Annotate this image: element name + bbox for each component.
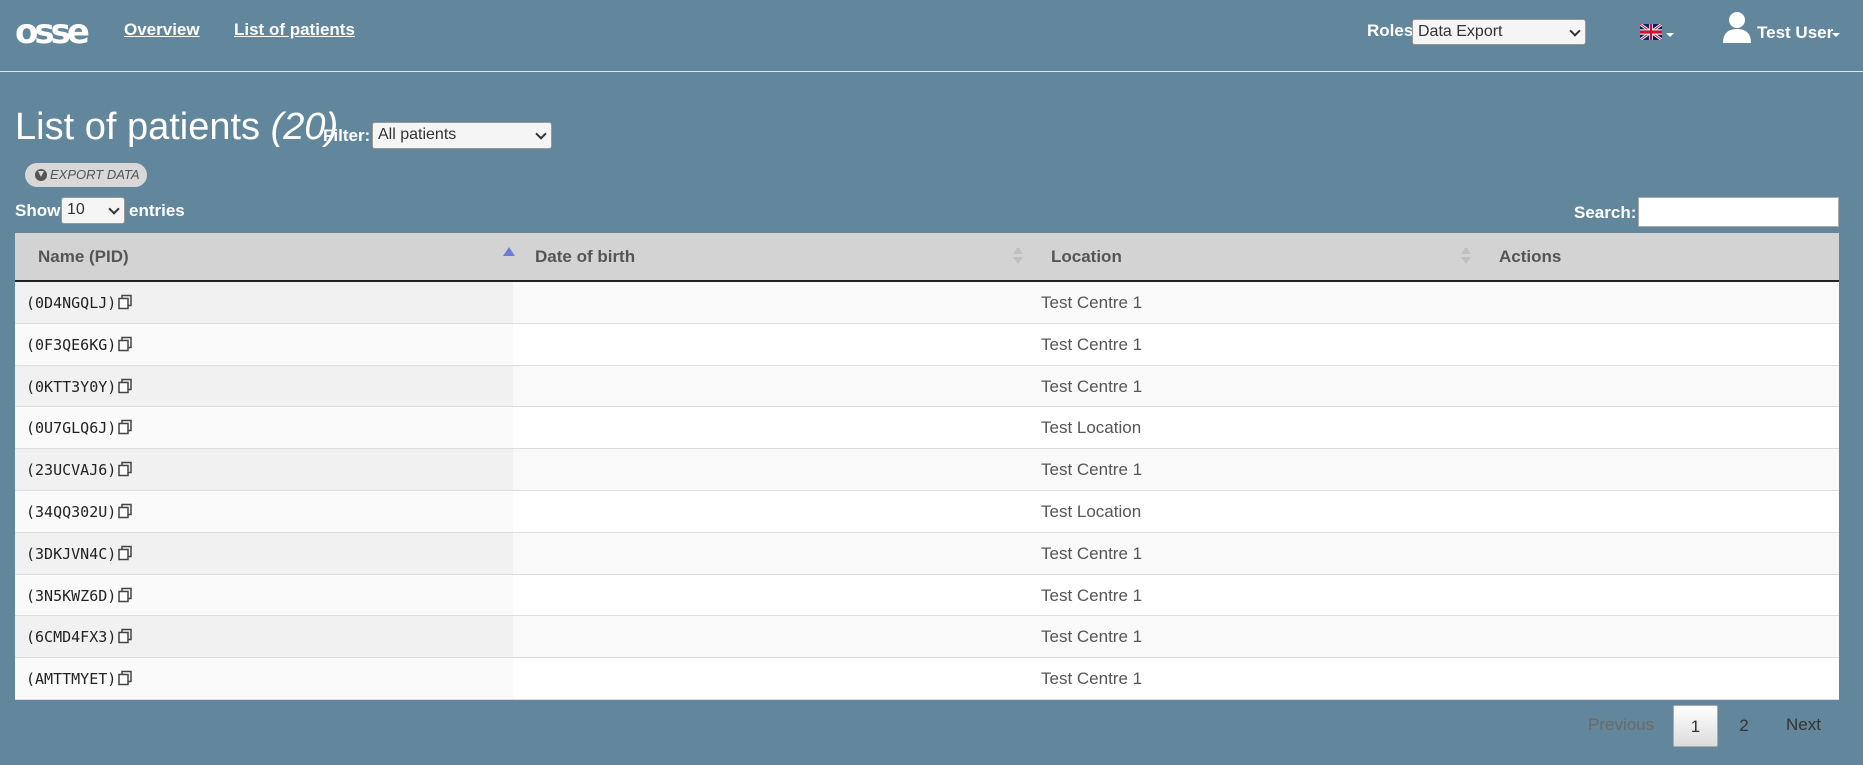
nav-link-list-of-patients[interactable]: List of patients	[234, 20, 355, 40]
page-title: List of patients (20)	[15, 106, 338, 149]
pagination-page-1[interactable]: 1	[1673, 705, 1718, 747]
column-header-name[interactable]: Name (PID)	[38, 233, 129, 280]
location-cell: Test Centre 1	[1041, 376, 1143, 396]
location-cell: Test Centre 1	[1041, 460, 1143, 480]
table-row[interactable]: (3N5KWZ6D) Test Centre 1	[15, 574, 1839, 617]
roles-select[interactable]: Data Export	[1412, 19, 1586, 45]
download-icon	[35, 169, 47, 181]
patient-pid: (0D4NGQLJ)	[26, 294, 133, 312]
table-row[interactable]: (0F3QE6KG) Test Centre 1	[15, 323, 1839, 366]
location-cell: Test Centre 1	[1041, 293, 1143, 312]
table-row[interactable]: (0U7GLQ6J) Test Location	[15, 407, 1839, 450]
copy-icon[interactable]	[117, 587, 133, 603]
entries-select-value: 10	[67, 201, 85, 218]
user-caret-icon[interactable]	[1832, 33, 1840, 37]
copy-icon[interactable]	[117, 670, 133, 686]
sort-both-icon[interactable]	[1013, 247, 1023, 267]
pagination-next[interactable]: Next	[1786, 715, 1821, 735]
roles-select-value: Data Export	[1418, 23, 1503, 40]
table-row[interactable]: (3DKJVN4C) Test Centre 1	[15, 532, 1839, 575]
location-cell: Test Centre 1	[1041, 669, 1143, 689]
patient-pid: (0F3QE6KG)	[26, 336, 133, 354]
patient-pid-text: (AMTTMYET)	[26, 670, 117, 689]
top-navbar: osse Overview List of patients Roles Dat…	[0, 0, 1863, 72]
location-cell: Test Centre 1	[1041, 627, 1143, 647]
copy-icon[interactable]	[117, 294, 133, 310]
table-body: (0D4NGQLJ) Test Centre 1 (0F3QE6KG) Test Ce…	[15, 282, 1839, 700]
patient-pid: (0KTT3Y0Y)	[26, 378, 133, 396]
app-logo[interactable]: osse	[15, 14, 90, 50]
table-header: Name (PID) Date of birth Location Action…	[15, 233, 1839, 282]
copy-icon[interactable]	[117, 628, 133, 644]
table-row[interactable]: (6CMD4FX3) Test Centre 1	[15, 616, 1839, 659]
chevron-down-icon	[1569, 25, 1581, 37]
location-cell: Test Centre 1	[1041, 334, 1143, 354]
copy-icon[interactable]	[117, 419, 133, 435]
column-header-actions: Actions	[1499, 247, 1562, 266]
location-cell: Test Location	[1041, 501, 1142, 521]
patient-pid-text: (0KTT3Y0Y)	[26, 377, 117, 396]
patient-pid-text: (23UCVAJ6)	[26, 461, 117, 480]
pagination-previous[interactable]: Previous	[1588, 715, 1654, 735]
pagination-page-2[interactable]: 2	[1732, 705, 1756, 747]
roles-label: Roles	[1367, 21, 1414, 40]
chevron-down-icon	[535, 128, 547, 140]
table-row[interactable]: (0D4NGQLJ) Test Centre 1	[15, 282, 1839, 324]
patient-pid-text: (6CMD4FX3)	[26, 628, 117, 647]
patient-pid: (34QQ302U)	[26, 503, 133, 521]
user-icon[interactable]	[1722, 11, 1752, 43]
copy-icon[interactable]	[117, 378, 133, 394]
entries-label: entries	[129, 201, 185, 220]
export-data-label: EXPORT DATA	[50, 167, 140, 182]
sort-ascending-icon[interactable]	[503, 247, 515, 256]
user-menu-label[interactable]: Test User	[1757, 23, 1833, 43]
page-title-text: List of patients	[15, 106, 261, 148]
chevron-down-icon	[108, 203, 120, 215]
filter-select-value: All patients	[378, 126, 457, 143]
show-label: Show	[15, 201, 61, 220]
patient-pid: (3DKJVN4C)	[26, 545, 133, 563]
sort-both-icon[interactable]	[1461, 247, 1471, 267]
patient-pid-text: (0D4NGQLJ)	[26, 294, 117, 312]
language-caret-icon[interactable]	[1666, 33, 1674, 37]
table-row[interactable]: (AMTTMYET) Test Centre 1	[15, 658, 1839, 700]
copy-icon[interactable]	[117, 503, 133, 519]
patient-pid-text: (0U7GLQ6J)	[26, 419, 117, 438]
entries-per-page-select[interactable]: 10	[61, 197, 125, 224]
patient-pid-text: (3N5KWZ6D)	[26, 586, 117, 605]
patient-pid: (0U7GLQ6J)	[26, 419, 133, 437]
copy-icon[interactable]	[117, 336, 133, 352]
column-header-location[interactable]: Location	[1051, 233, 1122, 280]
search-input[interactable]	[1638, 197, 1839, 227]
copy-icon[interactable]	[117, 545, 133, 561]
filter-select[interactable]: All patients	[372, 122, 552, 149]
filter-label: Filter:	[323, 126, 371, 145]
patient-pid-text: (0F3QE6KG)	[26, 335, 117, 354]
patient-pid: (AMTTMYET)	[26, 670, 133, 688]
table-row[interactable]: (0KTT3Y0Y) Test Centre 1	[15, 365, 1839, 408]
export-data-button[interactable]: EXPORT DATA	[25, 163, 147, 187]
patient-pid: (3N5KWZ6D)	[26, 587, 133, 605]
copy-icon[interactable]	[117, 461, 133, 477]
location-cell: Test Location	[1041, 418, 1142, 438]
patient-pid-text: (34QQ302U)	[26, 502, 117, 521]
nav-link-overview[interactable]: Overview	[124, 20, 200, 40]
patient-pid-text: (3DKJVN4C)	[26, 544, 117, 563]
search-label: Search:	[1574, 203, 1637, 222]
location-cell: Test Centre 1	[1041, 543, 1143, 563]
patient-pid: (6CMD4FX3)	[26, 628, 133, 646]
table-row[interactable]: (34QQ302U) Test Location	[15, 490, 1839, 533]
location-cell: Test Centre 1	[1041, 585, 1143, 605]
table-row[interactable]: (23UCVAJ6) Test Centre 1	[15, 449, 1839, 491]
patients-table: Name (PID) Date of birth Location Action…	[15, 233, 1839, 700]
column-header-date-of-birth[interactable]: Date of birth	[535, 233, 635, 280]
uk-flag-icon[interactable]	[1640, 24, 1662, 40]
patient-pid: (23UCVAJ6)	[26, 461, 133, 479]
